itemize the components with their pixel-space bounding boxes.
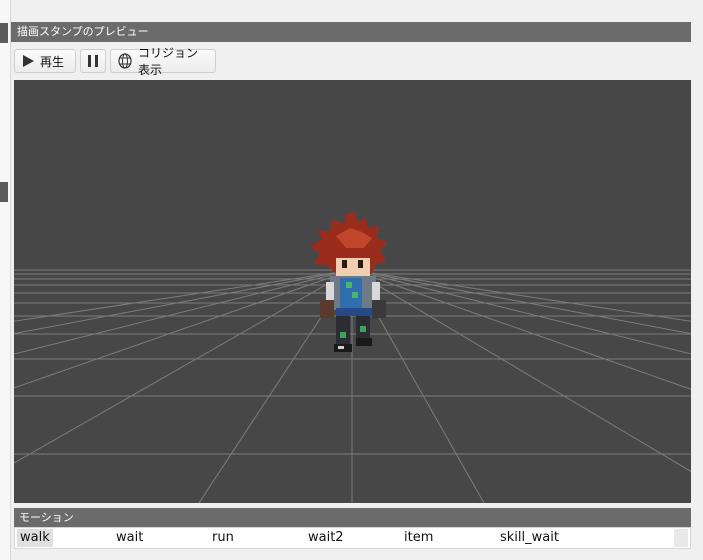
play-button[interactable]: 再生: [14, 49, 76, 73]
preview-panel: 描画スタンプのプレビュー 再生 コリジョン表示 モーション walk wait …: [11, 22, 691, 560]
preview-viewport[interactable]: [14, 80, 691, 503]
left-panel-tab[interactable]: [0, 23, 8, 43]
collision-label: コリジョン表示: [138, 46, 199, 77]
motion-list: walk wait run wait2 item skill_wait: [14, 527, 691, 549]
panel-title: 描画スタンプのプレビュー: [11, 22, 691, 42]
pause-button[interactable]: [80, 49, 106, 73]
character-sprite: [310, 212, 388, 352]
motion-list-scrollbar[interactable]: [674, 529, 688, 547]
motion-item-item[interactable]: item: [401, 529, 436, 547]
left-panel-tab-2[interactable]: [0, 182, 8, 202]
motion-item-wait2[interactable]: wait2: [305, 529, 347, 547]
collision-icon: [117, 53, 133, 69]
play-label: 再生: [40, 54, 65, 69]
motion-item-wait[interactable]: wait: [113, 529, 146, 547]
preview-toolbar: 再生 コリジョン表示: [11, 44, 691, 78]
play-icon: [21, 54, 35, 68]
pause-icon: [87, 54, 99, 68]
motion-section-title: モーション: [14, 508, 691, 527]
motion-item-walk[interactable]: walk: [17, 529, 53, 547]
ground-grid: [14, 212, 691, 503]
collision-toggle-button[interactable]: コリジョン表示: [110, 46, 216, 77]
motion-item-skill-wait[interactable]: skill_wait: [497, 529, 562, 547]
left-panel-edge: [0, 0, 11, 560]
motion-item-run[interactable]: run: [209, 529, 237, 547]
